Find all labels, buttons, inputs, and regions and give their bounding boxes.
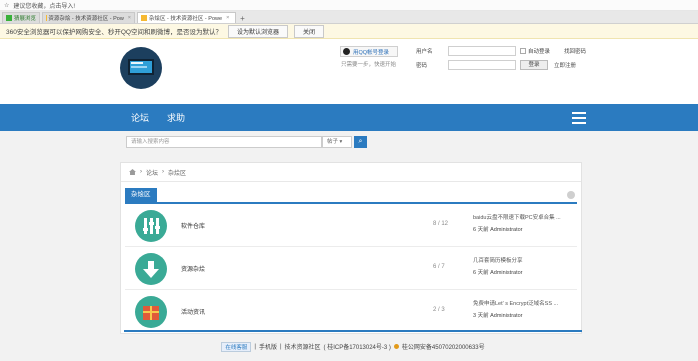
police-badge-icon xyxy=(393,344,399,349)
search-bar: 请输入搜索内容 帖子 ▾ ⌕ xyxy=(0,131,698,153)
gift-forum-icon xyxy=(135,296,167,328)
software-forum-icon xyxy=(135,210,167,242)
bookmark-icon: ☆ xyxy=(4,2,10,9)
tab-resource[interactable]: 资源杂烩 - 技术资源社区 - Pow × xyxy=(42,12,136,23)
home-icon[interactable] xyxy=(129,169,136,175)
infobar-text: 360安全浏览器可以保护网购安全、秒开QQ空间和刷微博，是否设为默认？ xyxy=(6,29,222,36)
breadcrumb: › 论坛 › 杂烩区 xyxy=(121,163,581,182)
forum-name[interactable]: 软件仓库 xyxy=(181,221,205,230)
search-button[interactable]: ⌕ xyxy=(354,136,367,148)
new-tab-button[interactable]: + xyxy=(238,14,247,23)
forum-count: 8 / 12 xyxy=(433,221,449,227)
login-button[interactable]: 登录 xyxy=(520,59,548,70)
forgot-password-link[interactable]: 找回密码 xyxy=(564,47,586,55)
download-forum-icon xyxy=(135,253,167,285)
online-service-button[interactable]: 在线客服 xyxy=(221,341,252,352)
browser-notice-bar: ☆ 建议您收藏，点击导入! xyxy=(0,0,698,11)
footer-icp[interactable]: ( 桂ICP备17013024号-3 ) xyxy=(324,342,391,351)
last-post-meta: 6 天前 Administrator xyxy=(473,270,523,276)
qq-icon xyxy=(343,48,350,55)
site-header: 用QQ帐号登录 只需要一步，快速开始 用户名 自动登录 找回密码 密码 登录 立… xyxy=(0,39,698,104)
breadcrumb-forum[interactable]: 论坛 xyxy=(146,168,158,177)
last-post-title[interactable]: 几百套简历模板分享 xyxy=(473,256,583,264)
search-icon: ⌕ xyxy=(358,138,363,145)
mobile-link[interactable]: 手机版 xyxy=(259,342,277,351)
search-input[interactable]: 请输入搜索内容 xyxy=(126,136,322,148)
last-post-title[interactable]: baidu云盘不限速下载PC安卓合集 ... xyxy=(473,213,583,221)
forum-last-post: baidu云盘不限速下载PC安卓合集 ... 6 天前 Administrato… xyxy=(473,213,583,233)
forum-last-post: 几百套简历模板分享 6 天前 Administrator xyxy=(473,256,583,276)
site-logo[interactable] xyxy=(120,47,162,89)
collapse-icon[interactable] xyxy=(567,191,575,199)
footer-police[interactable]: 桂公网安备45070202000633号 xyxy=(402,342,485,351)
main-nav: 论坛 求助 xyxy=(0,104,698,131)
forum-name[interactable]: 活动资讯 xyxy=(181,307,205,316)
search-type-select[interactable]: 帖子 ▾ xyxy=(322,136,352,148)
menu-icon[interactable] xyxy=(572,112,586,127)
forum-count: 6 / 7 xyxy=(433,264,445,270)
section-header: 杂烩区 xyxy=(125,188,577,204)
forum-row[interactable]: 资源杂烩 6 / 7 几百套简历模板分享 6 天前 Administrator xyxy=(125,247,577,290)
tab-favicon-icon xyxy=(6,15,12,21)
auto-login-checkbox[interactable] xyxy=(520,47,526,54)
qq-login-button[interactable]: 用QQ帐号登录 xyxy=(340,46,398,57)
login-form: 用户名 自动登录 找回密码 密码 登录 立即注册 xyxy=(416,45,586,73)
password-input[interactable] xyxy=(448,59,516,70)
tab-favicon-icon xyxy=(141,15,148,21)
close-tab-icon[interactable]: × xyxy=(226,15,229,21)
last-post-meta: 3 天前 Administrator xyxy=(473,313,523,319)
qq-login-tip: 只需要一步，快速开始 xyxy=(341,62,397,68)
section-title[interactable]: 杂烩区 xyxy=(125,188,157,202)
forum-row[interactable]: 活动资讯 2 / 3 免费申请Let' s Encrypt泛域名SS ... 3… xyxy=(125,290,577,333)
close-tab-icon[interactable]: × xyxy=(128,15,131,21)
nav-item-forum[interactable]: 论坛 xyxy=(131,111,149,124)
browser-tabbar: 猜展浏览 资源杂烩 - 技术资源社区 - Pow × 杂烩区 - 技术资源社区 … xyxy=(0,11,698,24)
infobar-close-button[interactable]: 关闭 xyxy=(293,24,324,38)
tab-extension[interactable]: 猜展浏览 xyxy=(2,12,41,23)
auto-login-label: 自动登录 xyxy=(528,48,551,55)
nav-item-help[interactable]: 求助 xyxy=(167,111,185,124)
last-post-title[interactable]: 免费申请Let' s Encrypt泛域名SS ... xyxy=(473,299,583,307)
forum-count: 2 / 3 xyxy=(433,307,445,313)
username-label: 用户名 xyxy=(416,48,433,55)
forum-row[interactable]: 软件仓库 8 / 12 baidu云盘不限速下载PC安卓合集 ... 6 天前 … xyxy=(125,204,577,247)
username-input[interactable] xyxy=(448,45,516,56)
forum-name[interactable]: 资源杂烩 xyxy=(181,264,205,273)
set-default-button[interactable]: 设为默认浏览器 xyxy=(227,24,288,38)
footer-site-name[interactable]: 技术资源社区 xyxy=(285,342,321,351)
last-post-meta: 6 天前 Administrator xyxy=(473,227,523,233)
default-browser-infobar: 360安全浏览器可以保护网购安全、秒开QQ空间和刷微博，是否设为默认？ 设为默认… xyxy=(0,24,698,39)
forum-last-post: 免费申请Let' s Encrypt泛域名SS ... 3 天前 Adminis… xyxy=(473,299,583,319)
breadcrumb-current[interactable]: 杂烩区 xyxy=(168,168,186,177)
forum-panel: › 论坛 › 杂烩区 杂烩区 软件仓库 8 / 12 baidu云盘不限速下载P… xyxy=(120,162,582,334)
password-label: 密码 xyxy=(416,62,428,69)
register-link[interactable]: 立即注册 xyxy=(554,61,576,69)
site-footer: 在线客服 | 手机版 | 技术资源社区 ( 桂ICP备17013024号-3 )… xyxy=(124,330,582,361)
browser-notice-text: 建议您收藏，点击导入! xyxy=(13,3,76,10)
tab-current[interactable]: 杂烩区 - 技术资源社区 - Powe × xyxy=(137,12,237,23)
